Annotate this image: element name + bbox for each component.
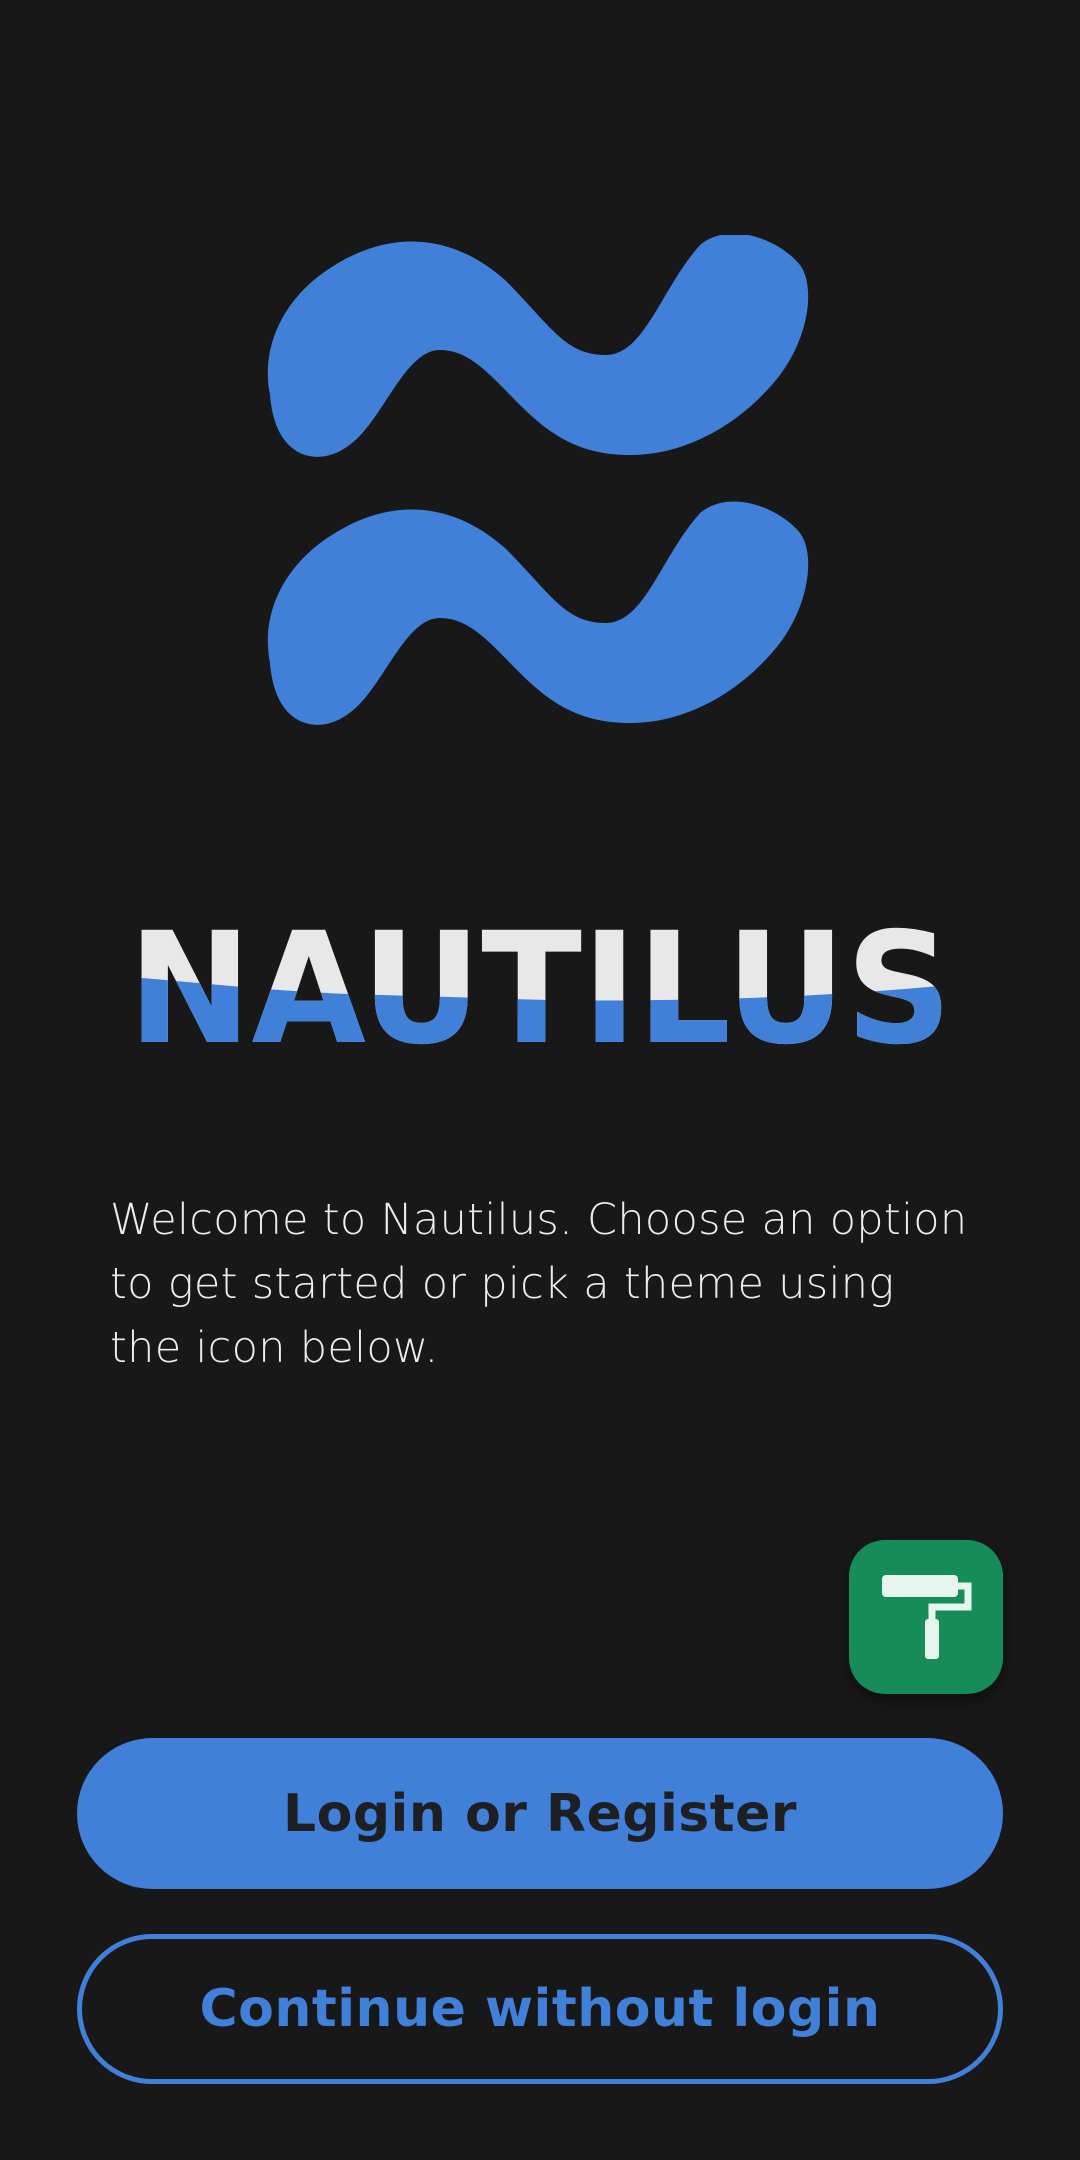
welcome-message: Welcome to Nautilus. Choose an option to… — [110, 1195, 968, 1373]
continue-without-login-button[interactable]: Continue without login — [77, 1934, 1003, 2084]
app-wordmark: NAUTILUS NAUTILUS — [128, 900, 952, 1060]
paint-roller-icon — [882, 1575, 972, 1659]
logo-wave-upper — [267, 235, 809, 457]
nautilus-logo-icon — [267, 235, 809, 725]
login-register-button[interactable]: Login or Register — [77, 1738, 1003, 1889]
theme-picker-button[interactable] — [849, 1540, 1003, 1694]
logo-wave-lower — [267, 501, 809, 725]
